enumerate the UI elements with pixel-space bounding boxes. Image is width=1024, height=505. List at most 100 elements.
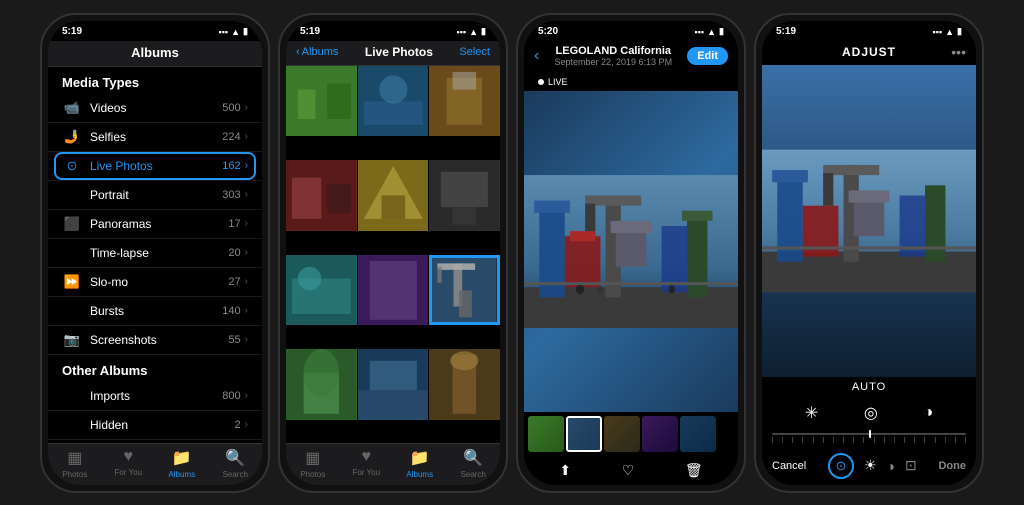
edit-legoland-photo	[762, 65, 976, 377]
thumb-3[interactable]	[604, 416, 640, 452]
screenshots-icon: 📷	[62, 332, 82, 348]
phone-1-screen: 5:19 ▪▪▪ ▲ ▮ Albums Media Types 📹 Videos…	[48, 21, 262, 485]
select-button[interactable]: Select	[459, 46, 490, 58]
bursts-icon: ❇	[62, 303, 82, 319]
photo-thumb-7	[286, 255, 357, 326]
hidden-label: Hidden	[90, 418, 235, 432]
tab-search-2[interactable]: 🔍 Search	[447, 448, 501, 479]
time-1: 5:19	[62, 26, 82, 37]
imports-label: Imports	[90, 389, 222, 403]
imports-chevron: ›	[245, 390, 248, 401]
bursts-label: Bursts	[90, 304, 222, 318]
panoramas-icon: ⬛	[62, 216, 82, 232]
portrait-icon: ◎	[62, 187, 82, 203]
share-icon[interactable]: ⬆	[559, 462, 571, 479]
thumb-4[interactable]	[642, 416, 678, 452]
wifi-icon-4: ▲	[945, 27, 954, 37]
videos-item[interactable]: 📹 Videos 500 ›	[48, 94, 262, 123]
phone-2-screen: 5:19 ▪▪▪ ▲ ▮ ‹ Albums Live Photos Select	[286, 21, 500, 485]
circle-tool-icon[interactable]: ◎	[864, 403, 878, 423]
status-bar-1: 5:19 ▪▪▪ ▲ ▮	[48, 21, 262, 41]
photo-cell-10[interactable]	[286, 349, 357, 420]
more-icon[interactable]: •••	[951, 44, 966, 60]
albums-title: Albums	[131, 45, 179, 60]
imports-item[interactable]: ⬆ Imports 800 ›	[48, 382, 262, 411]
hidden-item[interactable]: 👁 Hidden 2 ›	[48, 411, 262, 440]
photo-cell-12[interactable]	[429, 349, 500, 420]
magic-wand-icon[interactable]: ✳	[805, 403, 818, 423]
photo-cell-4[interactable]	[286, 160, 357, 231]
done-button[interactable]: Done	[938, 460, 966, 472]
live-photos-nav-title: Live Photos	[365, 45, 433, 59]
selfies-count: 224	[222, 131, 240, 143]
favorite-icon[interactable]: ♡	[622, 462, 635, 479]
portrait-label: Portrait	[90, 188, 222, 202]
delete-icon[interactable]: 🗑	[685, 462, 703, 479]
slider-dot	[914, 437, 915, 443]
tab-albums-2[interactable]: 📁 Albums	[393, 448, 447, 479]
battery-icon-2: ▮	[481, 26, 486, 37]
phone-1: 5:19 ▪▪▪ ▲ ▮ Albums Media Types 📹 Videos…	[40, 13, 270, 493]
back-button-3[interactable]: ‹	[534, 47, 539, 65]
slomo-chevron: ›	[245, 276, 248, 287]
slider-dot	[955, 437, 956, 443]
panoramas-item[interactable]: ⬛ Panoramas 17 ›	[48, 210, 262, 239]
tab-albums-1[interactable]: 📁 Albums	[155, 448, 209, 479]
status-bar-3: 5:20 ▪▪▪ ▲ ▮	[524, 21, 738, 41]
tab-foryou-2[interactable]: ♥ For You	[340, 448, 394, 479]
tab-search-1[interactable]: 🔍 Search	[209, 448, 263, 479]
photo-title-block: LEGOLAND California September 22, 2019 6…	[554, 45, 672, 67]
tab-photos-1[interactable]: ▦ Photos	[48, 448, 102, 479]
battery-icon-4: ▮	[957, 26, 962, 37]
adjustment-slider[interactable]	[762, 429, 976, 447]
tab-bar-2: ▦ Photos ♥ For You 📁 Albums 🔍 Search	[286, 443, 500, 485]
slider-dot	[965, 437, 966, 443]
portrait-item[interactable]: ◎ Portrait 303 ›	[48, 181, 262, 210]
timelapse-item[interactable]: ✳ Time-lapse 20 ›	[48, 239, 262, 268]
slomo-label: Slo-mo	[90, 275, 228, 289]
search-tab-label: Search	[223, 470, 248, 479]
photo-cell-8[interactable]	[358, 255, 429, 326]
photo-cell-9-selected[interactable]	[429, 255, 500, 326]
thumb-5[interactable]	[680, 416, 716, 452]
slomo-item[interactable]: ⏩ Slo-mo 27 ›	[48, 268, 262, 297]
half-circle-icon[interactable]: ◑	[923, 404, 933, 422]
timelapse-count: 20	[228, 247, 240, 259]
edit-button[interactable]: Edit	[687, 47, 728, 65]
live-photos-label: Live Photos	[90, 159, 222, 173]
tab-foryou-1[interactable]: ♥ For You	[102, 448, 156, 479]
videos-chevron: ›	[245, 102, 248, 113]
photos-tab-label-2: Photos	[300, 470, 325, 479]
live-photos-item[interactable]: ⊙ Live Photos 162 ›	[48, 152, 262, 181]
cancel-button[interactable]: Cancel	[772, 460, 806, 472]
live-label: LIVE	[548, 77, 568, 87]
adjust-header: ADJUST •••	[762, 41, 976, 65]
live-photo-adjust-icon[interactable]: ⊙	[828, 453, 854, 479]
tab-photos-2[interactable]: ▦ Photos	[286, 448, 340, 479]
photo-thumb-2	[358, 66, 429, 137]
screenshots-item[interactable]: 📷 Screenshots 55 ›	[48, 326, 262, 355]
brightness-icon[interactable]: ☀	[864, 457, 877, 474]
back-button-2[interactable]: ‹ Albums	[296, 46, 338, 58]
color-icon[interactable]: ◑	[887, 458, 895, 474]
albums-content: Media Types 📹 Videos 500 › 🤳 Selfies 224…	[48, 67, 262, 443]
signal-icon: ▪▪▪	[219, 27, 229, 37]
crop-icon[interactable]: ⊡	[905, 457, 917, 474]
selfies-item[interactable]: 🤳 Selfies 224 ›	[48, 123, 262, 152]
status-icons-2: ▪▪▪ ▲ ▮	[457, 26, 486, 37]
thumb-2-active[interactable]	[566, 416, 602, 452]
photo-cell-3[interactable]	[429, 66, 500, 137]
portrait-count: 303	[222, 189, 240, 201]
photo-cell-11[interactable]	[358, 349, 429, 420]
photo-cell-1[interactable]	[286, 66, 357, 137]
photo-cell-6[interactable]	[429, 160, 500, 231]
photos-tab-icon: ▦	[67, 448, 82, 468]
photo-bottom-bar: ⬆ ♡ 🗑	[524, 456, 738, 485]
slider-dot	[935, 437, 936, 443]
thumb-1[interactable]	[528, 416, 564, 452]
photo-cell-5[interactable]	[358, 160, 429, 231]
photo-cell-7[interactable]	[286, 255, 357, 326]
signal-icon-4: ▪▪▪	[933, 27, 943, 37]
bursts-item[interactable]: ❇ Bursts 140 ›	[48, 297, 262, 326]
photo-cell-2[interactable]	[358, 66, 429, 137]
